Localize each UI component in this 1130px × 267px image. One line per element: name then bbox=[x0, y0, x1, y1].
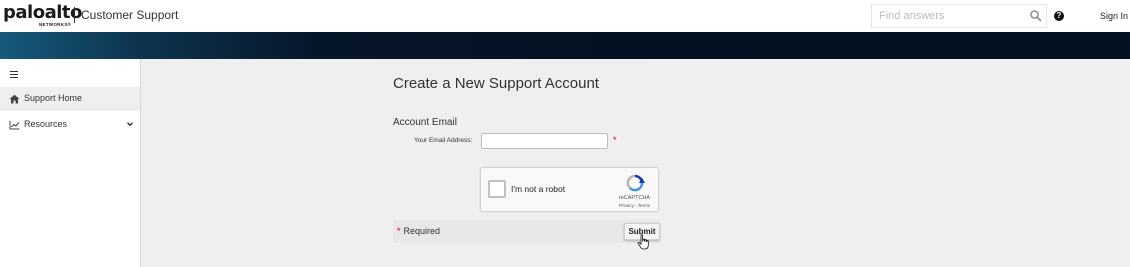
top-header: paloalto NETWORKS® Customer Support ? Si… bbox=[0, 0, 1130, 32]
recaptcha-logo-icon bbox=[626, 174, 645, 192]
sidebar: Support Home Resources bbox=[0, 59, 141, 267]
header-banner bbox=[0, 32, 1130, 59]
section-title: Account Email bbox=[393, 117, 457, 128]
sign-in-link[interactable]: Sign In bbox=[1100, 11, 1128, 21]
required-asterisk: * bbox=[613, 135, 617, 145]
required-text: Required bbox=[403, 226, 441, 236]
email-field[interactable] bbox=[481, 133, 608, 149]
site-title[interactable]: Customer Support bbox=[81, 8, 178, 22]
hand-pointer-cursor-icon bbox=[637, 234, 649, 250]
required-asterisk: * bbox=[397, 226, 401, 236]
recaptcha-privacy-terms[interactable]: Privacy - Terms bbox=[607, 203, 662, 208]
page-title: Create a New Support Account bbox=[393, 75, 599, 92]
hamburger-menu-icon[interactable] bbox=[10, 71, 18, 78]
search-input[interactable] bbox=[872, 5, 1022, 27]
sidebar-item-label: Resources bbox=[24, 119, 68, 129]
recaptcha-checkbox[interactable] bbox=[488, 180, 506, 198]
recaptcha-label: I'm not a robot bbox=[511, 184, 566, 194]
home-icon bbox=[9, 94, 20, 104]
logo-subtext: NETWORKS® bbox=[39, 22, 72, 27]
logo-text: paloalto bbox=[3, 2, 82, 23]
search-box bbox=[871, 4, 1047, 28]
question-circle-icon[interactable]: ? bbox=[1054, 11, 1064, 21]
recaptcha-widget: I'm not a robot reCAPTCHA Privacy - Term… bbox=[480, 167, 659, 212]
search-icon[interactable] bbox=[1029, 9, 1043, 23]
email-field-label: Your Email Address: bbox=[414, 137, 473, 144]
chevron-down-icon[interactable] bbox=[126, 120, 134, 128]
help-glyph: ? bbox=[1056, 11, 1062, 20]
sidebar-item-label: Support Home bbox=[24, 93, 83, 103]
required-note: * Required bbox=[397, 226, 440, 236]
paloalto-logo[interactable]: paloalto NETWORKS® bbox=[3, 2, 82, 28]
sidebar-item-resources[interactable]: Resources bbox=[0, 113, 140, 137]
sidebar-item-support-home[interactable]: Support Home bbox=[0, 87, 140, 111]
chart-line-icon bbox=[9, 121, 20, 130]
logo-divider bbox=[74, 7, 75, 23]
recaptcha-brand: reCAPTCHA bbox=[618, 195, 651, 201]
